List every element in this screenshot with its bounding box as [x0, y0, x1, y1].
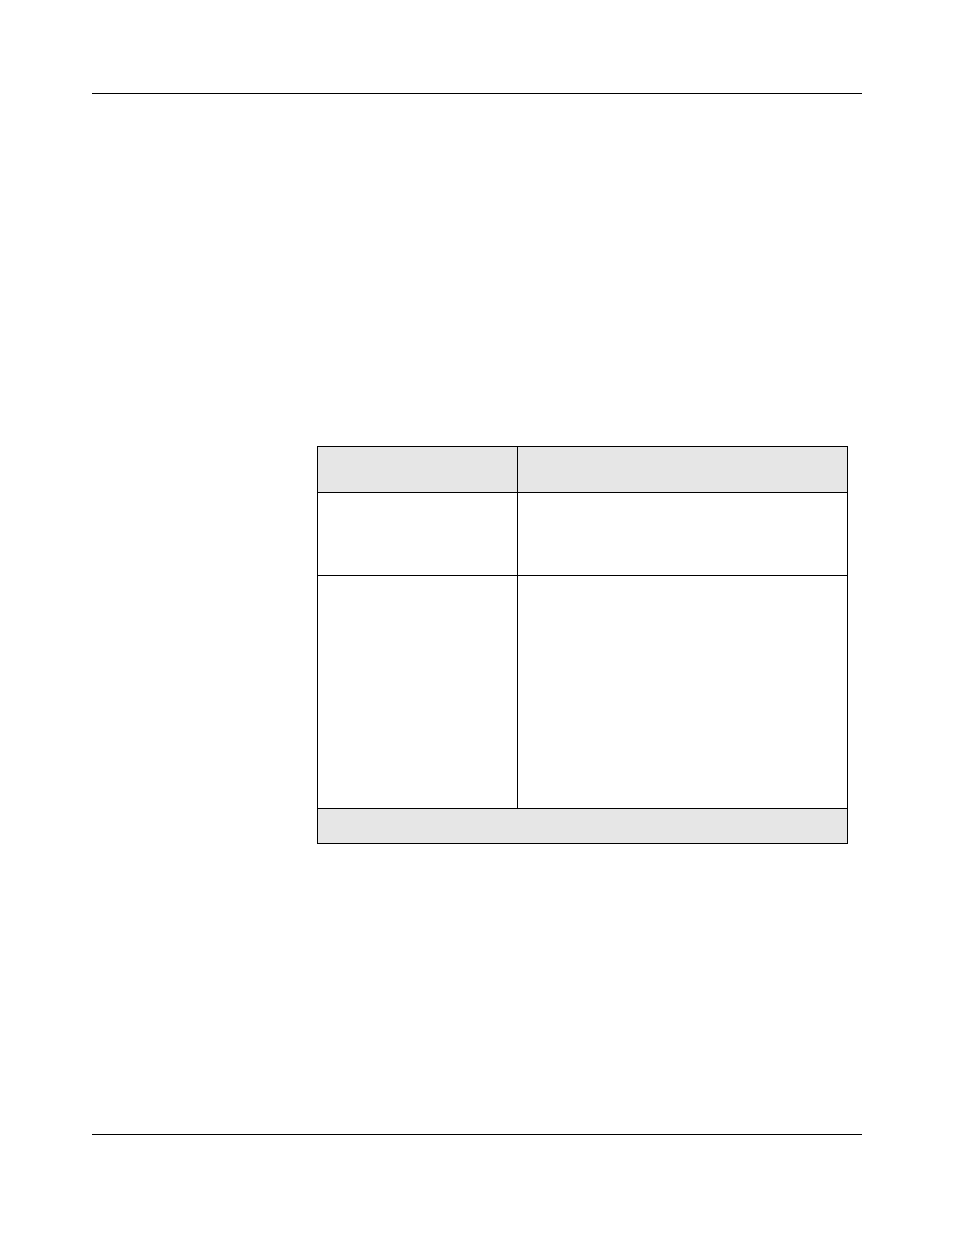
page-content [92, 0, 862, 1235]
table-header-cell-1 [318, 447, 518, 493]
table-row [318, 493, 848, 576]
table-cell [518, 576, 848, 809]
table-footer-cell [318, 809, 848, 844]
table-cell [318, 493, 518, 576]
footer-rule [92, 1134, 862, 1135]
table-row [318, 576, 848, 809]
table-footer-row [318, 809, 848, 844]
header-rule [92, 93, 862, 94]
table-header-row [318, 447, 848, 493]
table-header-cell-2 [518, 447, 848, 493]
table-container [317, 446, 847, 844]
table-cell [318, 576, 518, 809]
table-cell [518, 493, 848, 576]
data-table [317, 446, 848, 844]
